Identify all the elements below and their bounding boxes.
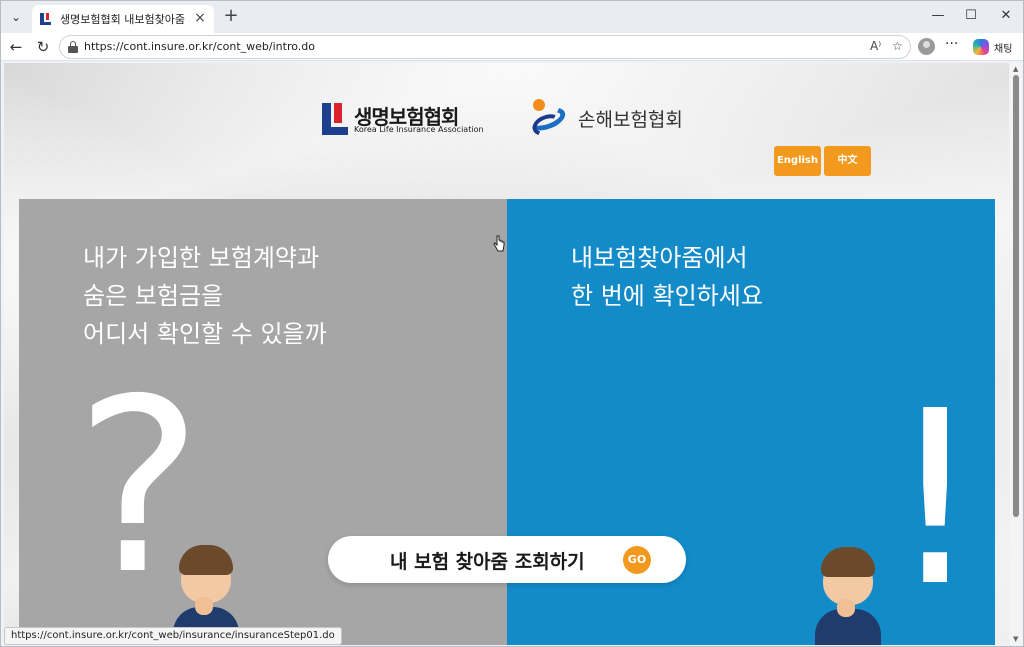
left-line-1: 내가 가입한 보험계약과 (83, 244, 320, 272)
smiling-character-illustration (813, 547, 883, 645)
profile-avatar-icon[interactable] (918, 38, 935, 55)
refresh-icon[interactable]: ↻ (32, 36, 54, 58)
page-scrollbar[interactable]: ▲ ▼ (1010, 63, 1022, 645)
tab-list-chevron-icon[interactable]: ⌄ (5, 6, 27, 28)
close-tab-icon[interactable]: × (192, 10, 208, 26)
life-insurance-mark-icon (322, 103, 350, 135)
browser-toolbar: ← ↻ https://cont.insure.or.kr/cont_web/i… (1, 33, 1023, 61)
read-aloud-icon[interactable]: A⁾ (870, 39, 881, 53)
english-button[interactable]: English (774, 146, 821, 176)
more-menu-icon[interactable]: ··· (945, 36, 958, 52)
chinese-button[interactable]: 中文 (824, 146, 871, 176)
nonlife-insurance-association-logo[interactable]: 손해보험협회 (525, 99, 708, 140)
scroll-up-arrow-icon[interactable]: ▲ (1013, 65, 1018, 73)
left-line-2: 숨은 보험금을 (83, 282, 224, 310)
copilot-icon[interactable] (973, 39, 989, 55)
url-text[interactable]: https://cont.insure.or.kr/cont_web/intro… (84, 40, 315, 53)
scroll-thumb[interactable] (1013, 75, 1019, 517)
right-line-2: 한 번에 확인하세요 (571, 282, 763, 310)
new-tab-plus-icon[interactable]: + (221, 6, 241, 26)
maximize-icon[interactable]: ☐ (956, 5, 986, 27)
go-badge[interactable]: GO (623, 546, 651, 574)
close-window-icon[interactable]: ✕ (991, 5, 1021, 27)
thinking-character-illustration (171, 545, 241, 645)
find-my-insurance-button[interactable]: 내 보험 찾아줌 조회하기 GO (328, 536, 686, 583)
favorite-star-icon[interactable]: ☆ (892, 39, 903, 53)
browser-tab[interactable]: 생명보험협회 내보험찾아줌 × (32, 5, 214, 33)
browser-window: ⌄ 생명보험협회 내보험찾아줌 × + — ☐ ✕ ← ↻ https://co… (0, 0, 1024, 647)
status-bar-url: https://cont.insure.or.kr/cont_web/insur… (4, 627, 342, 645)
cta-label[interactable]: 내 보험 찾아줌 조회하기 (390, 547, 585, 574)
nonlife-logo-korean: 손해보험협회 (578, 109, 683, 131)
tab-strip: ⌄ 생명보험협회 내보험찾아줌 × + — ☐ ✕ (1, 1, 1023, 33)
life-insurance-association-logo[interactable]: 생명보험협회 Korea Life Insurance Association (322, 101, 487, 137)
right-panel-text: 내보험찾아줌에서 한 번에 확인하세요 (571, 239, 763, 315)
minimize-icon[interactable]: — (923, 5, 953, 27)
copilot-label[interactable]: 채팅 (994, 40, 1012, 55)
exclamation-mark-icon: ! (887, 359, 984, 639)
tab-title: 생명보험협회 내보험찾아줌 (60, 13, 185, 26)
hand-cursor-icon (493, 235, 505, 252)
back-arrow-icon[interactable]: ← (5, 36, 27, 58)
life-logo-english: Korea Life Insurance Association (354, 125, 484, 134)
address-bar[interactable]: https://cont.insure.or.kr/cont_web/intro… (59, 35, 911, 59)
scroll-down-arrow-icon[interactable]: ▼ (1013, 635, 1018, 643)
page-viewport: 생명보험협회 Korea Life Insurance Association … (4, 63, 1009, 645)
right-line-1: 내보험찾아줌에서 (571, 244, 748, 272)
lock-icon[interactable] (68, 41, 78, 53)
site-favicon-icon (40, 13, 52, 25)
left-panel-text: 내가 가입한 보험계약과 숨은 보험금을 어디서 확인할 수 있을까 (83, 239, 327, 353)
